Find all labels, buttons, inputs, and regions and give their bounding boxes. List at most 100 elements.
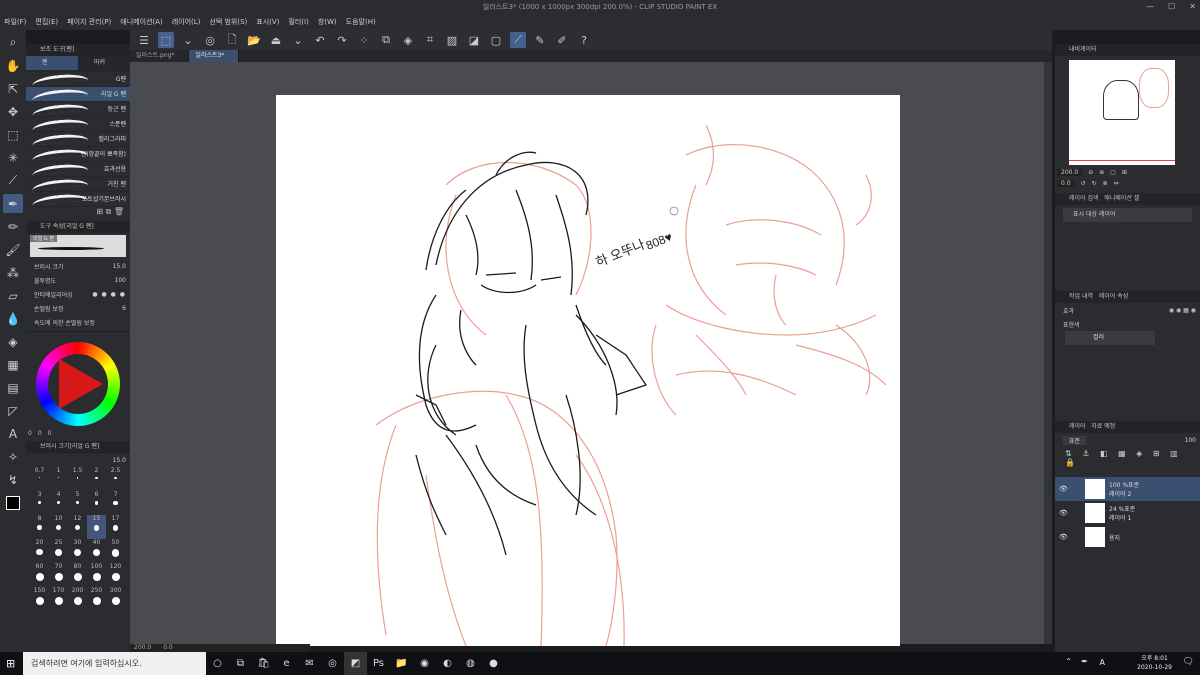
rotate-right-icon[interactable]: ↻ xyxy=(1092,180,1097,187)
navigator-zoom[interactable]: 200.0 xyxy=(1057,169,1083,176)
eraser-icon[interactable]: ▱ xyxy=(3,286,23,305)
brush-size-preset[interactable]: 0.7 xyxy=(30,467,49,491)
brush-size-preset[interactable]: 100 xyxy=(87,563,106,587)
menu-help[interactable]: 도움말(H) xyxy=(346,14,376,30)
menu-layer[interactable]: 레이어(L) xyxy=(172,14,201,30)
brush-item[interactable]: 둥근 펜 xyxy=(26,102,130,117)
edge-new-icon[interactable]: ◐ xyxy=(436,652,459,675)
brush-size-preset[interactable]: 5 xyxy=(68,491,87,515)
opacity-row[interactable]: 불투명도 100 xyxy=(26,273,130,287)
clip-paint-icon[interactable]: ◩ xyxy=(344,652,367,675)
fit-icon[interactable]: ▢ xyxy=(1110,169,1116,176)
auto-select-icon[interactable]: ✳ xyxy=(3,148,23,167)
minimize-button[interactable]: — xyxy=(1146,0,1154,14)
brush-icon[interactable]: 🖌 xyxy=(3,240,23,259)
chevron-down-icon[interactable]: ⌄ xyxy=(180,32,196,48)
rotate-left-icon[interactable]: ↺ xyxy=(1081,180,1086,187)
taskbar-search-input[interactable]: 검색하려면 여기에 입력하십시오. xyxy=(23,652,206,675)
brush-size-preset[interactable]: 50 xyxy=(106,539,125,563)
gradient-icon[interactable]: ▦ xyxy=(3,355,23,374)
eye-icon[interactable]: 👁 xyxy=(1059,485,1068,493)
vertical-scrollbar[interactable] xyxy=(1044,62,1052,644)
frame-icon[interactable]: ▤ xyxy=(3,378,23,397)
brush-size-preset[interactable]: 20 xyxy=(30,539,49,563)
brush-size-preset[interactable]: 10 xyxy=(49,515,68,539)
brush-size-preset[interactable]: 150 xyxy=(30,587,49,611)
windows-start-icon[interactable]: ⊞ xyxy=(6,657,15,670)
brush-size-preset[interactable]: 4 xyxy=(49,491,68,515)
brush-size-preset[interactable]: 80 xyxy=(68,563,87,587)
anti-alias-row[interactable]: 안티에일리어싱 ● ● ● ● xyxy=(26,287,130,301)
menu-view[interactable]: 표시(V) xyxy=(256,14,279,30)
menu-edit[interactable]: 편집(E) xyxy=(35,14,58,30)
open-folder-icon[interactable]: 📂 xyxy=(246,32,262,48)
pen-icon[interactable]: ✒ xyxy=(3,194,23,213)
brush-size-preset[interactable]: 40 xyxy=(87,539,106,563)
kakaotalk-icon[interactable]: ● xyxy=(482,652,505,675)
layer-search-field[interactable]: 표시 대상 레이어 xyxy=(1063,208,1192,222)
hand-icon[interactable]: ✋ xyxy=(3,56,23,75)
brush-size-preset[interactable]: 2.5 xyxy=(106,467,125,491)
brush-snap-icon[interactable]: ✎ xyxy=(532,32,548,48)
chevron-down-icon[interactable]: ⌄ xyxy=(290,32,306,48)
tool-switch-icon[interactable]: ⬚ xyxy=(158,32,174,48)
eye-icon[interactable]: 👁 xyxy=(1059,509,1068,517)
tab-illust-png[interactable]: 일러스트.png* xyxy=(130,50,190,62)
brush-size-preset[interactable]: 30 xyxy=(68,539,87,563)
chrome-icon[interactable]: ◉ xyxy=(413,652,436,675)
layer-tool-icon[interactable]: ⇅ ⚓ ◧ ▦ ◈ ⊞ ▥ 🔒 xyxy=(1065,449,1182,467)
new-file-icon[interactable]: 🗋 xyxy=(224,32,240,48)
brush-size-preset[interactable]: 25 xyxy=(49,539,68,563)
status-zoom[interactable]: 200.0 xyxy=(134,644,151,652)
fill-bucket-icon[interactable]: ◈ xyxy=(3,332,23,351)
tab-layer-property[interactable]: 레이어 속성 xyxy=(1099,293,1129,300)
clip-studio-icon[interactable]: ◎ xyxy=(321,652,344,675)
redo-icon[interactable]: ↷ xyxy=(334,32,350,48)
tab-layers[interactable]: 레이어 xyxy=(1069,423,1086,430)
brush-size-preset[interactable]: 17 xyxy=(106,515,125,539)
whale-icon[interactable]: ◍ xyxy=(459,652,482,675)
selection-icon[interactable]: ⬚ xyxy=(3,125,23,144)
pencil-icon[interactable]: ✏ xyxy=(3,217,23,236)
add-brush-icon[interactable]: ⊞ xyxy=(96,207,103,216)
layer-opacity[interactable]: 100 xyxy=(1185,437,1196,444)
brush-size-preset[interactable]: 170 xyxy=(49,587,68,611)
close-button[interactable]: ✕ xyxy=(1189,0,1196,14)
main-color-swatch[interactable] xyxy=(3,493,23,512)
menu-filter[interactable]: 필터(I) xyxy=(288,14,308,30)
menu-selection[interactable]: 선택 범위(S) xyxy=(209,14,247,30)
tab-marker[interactable]: 마커 xyxy=(78,56,130,70)
clock[interactable]: 오후 8:01 2020-10-29 xyxy=(1137,654,1172,672)
brush-size-preset[interactable]: 1 xyxy=(49,467,68,491)
brush-size-preset[interactable]: 2 xyxy=(87,467,106,491)
brush-item[interactable]: G펜 xyxy=(26,72,130,87)
copy-brush-icon[interactable]: ⧉ xyxy=(106,207,112,216)
balloon-icon[interactable]: ⟡ xyxy=(3,447,23,466)
brush-item[interactable]: 거친 펜 xyxy=(26,177,130,192)
border-icon[interactable]: ▢ xyxy=(488,32,504,48)
saturation-triangle[interactable] xyxy=(59,359,103,409)
ime-indicator[interactable]: A xyxy=(1100,658,1105,667)
tab-history[interactable]: 작업 내역 xyxy=(1069,293,1093,300)
layer-item[interactable]: 👁 24 %표준 레이어 1 xyxy=(1055,501,1200,525)
brush-size-preset[interactable]: 60 xyxy=(30,563,49,587)
brush-size-preset[interactable]: 15 xyxy=(87,515,106,539)
brush-size-preset[interactable]: 6 xyxy=(87,491,106,515)
deselect-icon[interactable]: ⁘ xyxy=(356,32,372,48)
file-explorer-icon[interactable]: 📁 xyxy=(390,652,413,675)
reset-rotation-icon[interactable]: ⊗ xyxy=(1103,180,1108,187)
task-view-icon[interactable]: ⧉ xyxy=(229,652,252,675)
brush-size-preset[interactable]: 12 xyxy=(68,515,87,539)
speed-stabilization-row[interactable]: 속도에 의한 손떨림 보정 xyxy=(26,315,130,329)
pen-icon[interactable]: ✒ xyxy=(1081,657,1088,666)
zoom-out-icon[interactable]: ⊖ xyxy=(1088,169,1093,176)
text-icon[interactable]: A xyxy=(3,424,23,443)
chevron-up-icon[interactable]: ⌃ xyxy=(1065,657,1072,666)
blend-mode-select[interactable]: 표준 xyxy=(1063,435,1087,445)
tab-materials[interactable]: 자료 예정 xyxy=(1091,423,1115,430)
brush-item[interactable]: 포토샵기본브러시 xyxy=(26,192,130,207)
undo-icon[interactable]: ↶ xyxy=(312,32,328,48)
blend-icon[interactable]: 💧 xyxy=(3,309,23,328)
flip-icon[interactable]: ⇔ xyxy=(1114,180,1119,187)
move-icon[interactable]: ✥ xyxy=(3,102,23,121)
